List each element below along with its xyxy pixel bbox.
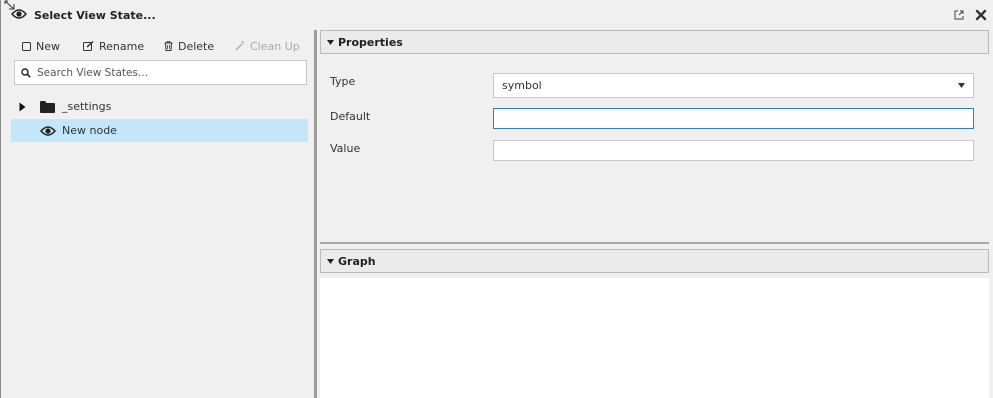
- eye-icon: [11, 9, 27, 19]
- collapse-arrow-icon: [327, 258, 334, 264]
- expand-arrow-icon[interactable]: [19, 102, 26, 112]
- tree-item-new-node[interactable]: New node: [11, 119, 308, 142]
- type-label: Type: [330, 75, 356, 88]
- edit-icon: [83, 41, 94, 51]
- search-box: [14, 60, 307, 85]
- type-select[interactable]: symbol: [493, 73, 974, 98]
- view-state-window: Select View State... New Rename Delete C…: [0, 0, 993, 398]
- properties-header[interactable]: Properties: [320, 30, 989, 54]
- clean-up-button-label: Clean Up: [250, 39, 300, 53]
- value-field[interactable]: [493, 140, 974, 161]
- section-divider[interactable]: [320, 242, 989, 244]
- rename-button[interactable]: Rename: [83, 38, 144, 54]
- search-input[interactable]: [37, 66, 287, 79]
- chevron-down-icon: [958, 83, 965, 88]
- eye-icon: [40, 125, 56, 136]
- folder-icon: [40, 100, 55, 113]
- popout-icon[interactable]: [954, 10, 964, 20]
- rename-button-label: Rename: [99, 39, 145, 53]
- graph-title: Graph: [338, 254, 376, 268]
- view-state-list-pane: [1, 30, 314, 398]
- search-icon: [21, 67, 31, 78]
- magic-wand-icon: [235, 41, 244, 51]
- collapse-arrow-icon: [327, 39, 334, 45]
- default-label: Default: [330, 110, 371, 123]
- graph-canvas[interactable]: [320, 278, 989, 398]
- close-icon[interactable]: [975, 9, 987, 21]
- trash-icon: [164, 41, 173, 51]
- type-select-value: symbol: [502, 79, 542, 92]
- pane-splitter[interactable]: [314, 30, 317, 398]
- clean-up-button[interactable]: Clean Up: [235, 38, 300, 54]
- value-label: Value: [330, 142, 361, 155]
- tree-item-settings[interactable]: _settings: [11, 95, 308, 118]
- properties-title: Properties: [338, 35, 403, 49]
- new-button-label: New: [36, 39, 60, 53]
- tree-item-label: _settings: [62, 100, 112, 113]
- new-button[interactable]: New: [22, 38, 60, 54]
- window-title: Select View State...: [34, 9, 156, 22]
- graph-header[interactable]: Graph: [320, 249, 989, 273]
- delete-button[interactable]: Delete: [164, 38, 214, 54]
- new-icon: [22, 41, 31, 51]
- delete-button-label: Delete: [178, 39, 215, 53]
- tree-item-label: New node: [62, 124, 117, 137]
- title-bar: Select View State...: [1, 0, 993, 30]
- default-field[interactable]: [493, 108, 974, 129]
